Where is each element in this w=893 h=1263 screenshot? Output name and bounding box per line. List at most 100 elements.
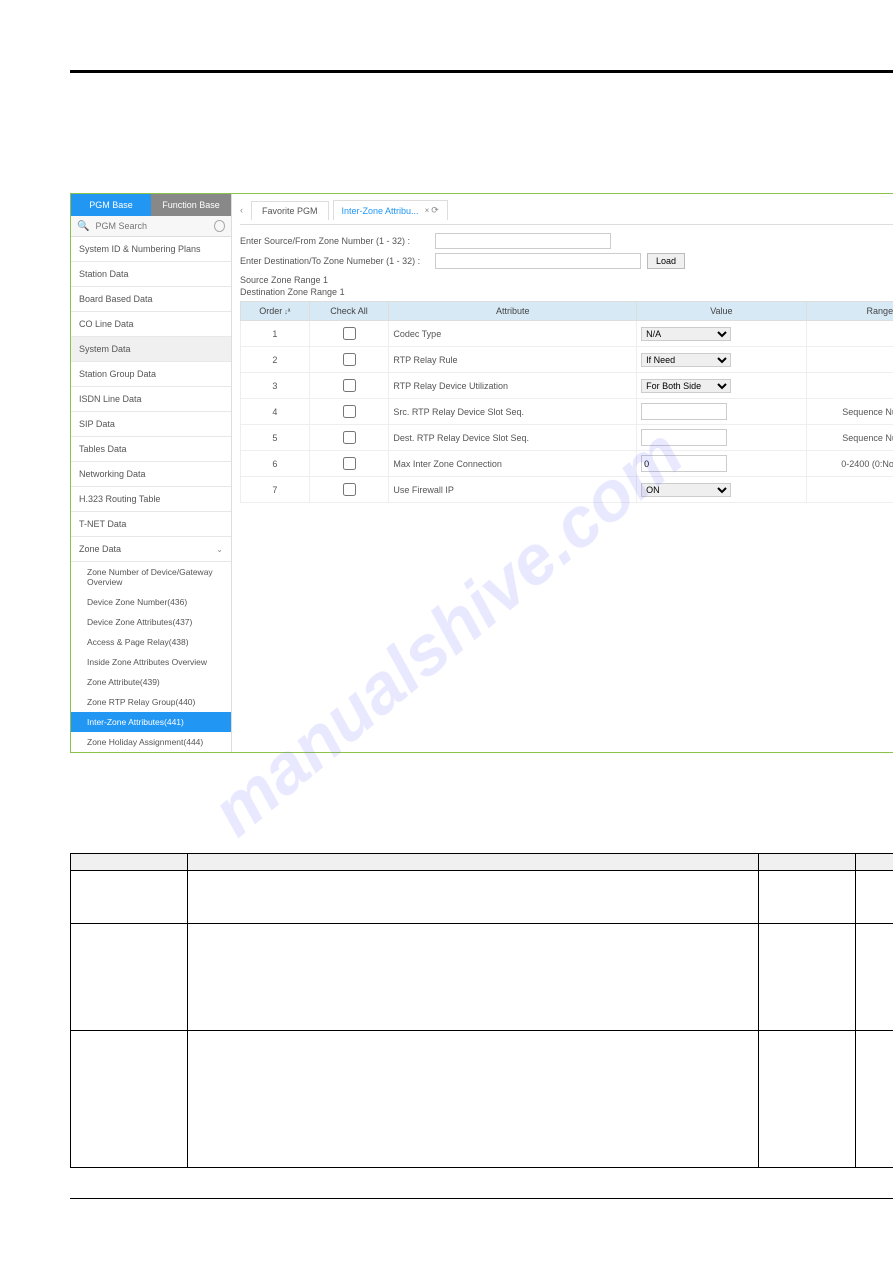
form-row-destination: Enter Destination/To Zone Numeber (1 - 3…	[240, 253, 893, 269]
sub-item-device-zone-attributes-437-[interactable]: Device Zone Attributes(437)	[71, 612, 231, 632]
cell-order: 7	[241, 477, 310, 503]
nav-list: System ID & Numbering PlansStation DataB…	[71, 237, 231, 562]
sub-item-zone-rtp-relay-group-440-[interactable]: Zone RTP Relay Group(440)	[71, 692, 231, 712]
load-button[interactable]: Load	[647, 253, 685, 269]
source-range-text: Source Zone Range 1	[240, 275, 893, 285]
cell-range	[806, 347, 893, 373]
source-label: Enter Source/From Zone Number (1 - 32) :	[240, 236, 435, 246]
sidebar-item-networking-data[interactable]: Networking Data	[71, 462, 231, 487]
sidebar-item-zone-data[interactable]: Zone Data⌄	[71, 537, 231, 562]
form-row-source: Enter Source/From Zone Number (1 - 32) :	[240, 233, 893, 249]
source-zone-input[interactable]	[435, 233, 611, 249]
value-select[interactable]: For Both Side	[641, 379, 731, 393]
sub-item-inside-zone-attributes-overview[interactable]: Inside Zone Attributes Overview	[71, 652, 231, 672]
cell-attribute: RTP Relay Rule	[389, 347, 637, 373]
cell-range: 0-2400 (0:No Limit)	[806, 451, 893, 477]
row-checkbox[interactable]	[343, 353, 356, 366]
header-rule	[70, 70, 893, 73]
sub-item-zone-attribute-439-[interactable]: Zone Attribute(439)	[71, 672, 231, 692]
tab-function-base[interactable]: Function Base	[151, 194, 231, 216]
sort-icon: ↓ª	[284, 309, 290, 316]
sub-item-inter-zone-attributes-441-[interactable]: Inter-Zone Attributes(441)	[71, 712, 231, 732]
sidebar-item-co-line-data[interactable]: CO Line Data	[71, 312, 231, 337]
sidebar-item-system-id-numbering-plans[interactable]: System ID & Numbering Plans	[71, 237, 231, 262]
search-icon: 🔍	[77, 221, 89, 232]
cell-attribute: Max Inter Zone Connection	[389, 451, 637, 477]
footer-rule	[70, 1198, 893, 1199]
search-bar: 🔍	[71, 216, 231, 237]
table-row: 7 Use Firewall IP ON	[241, 477, 893, 503]
cell-order: 1	[241, 321, 310, 347]
document-table	[70, 853, 893, 1168]
search-clear-icon[interactable]	[214, 220, 225, 232]
sidebar-item-h-323-routing-table[interactable]: H.323 Routing Table	[71, 487, 231, 512]
col-check-all[interactable]: Check All	[309, 302, 389, 321]
cell-attribute: Dest. RTP Relay Device Slot Seq.	[389, 425, 637, 451]
value-select[interactable]: N/A	[641, 327, 731, 341]
row-checkbox[interactable]	[343, 431, 356, 444]
table-row: 1 Codec Type N/A	[241, 321, 893, 347]
destination-label: Enter Destination/To Zone Numeber (1 - 3…	[240, 256, 435, 266]
value-select[interactable]: ON	[641, 483, 731, 497]
cell-attribute: Use Firewall IP	[389, 477, 637, 503]
sidebar-item-sip-data[interactable]: SIP Data	[71, 412, 231, 437]
sub-item-zone-holiday-assignment-444-[interactable]: Zone Holiday Assignment(444)	[71, 732, 231, 752]
sidebar-item-board-based-data[interactable]: Board Based Data	[71, 287, 231, 312]
col-order[interactable]: Order↓ª	[241, 302, 310, 321]
refresh-tab-icon[interactable]: ⟳	[431, 205, 439, 216]
cell-order: 6	[241, 451, 310, 477]
col-value: Value	[637, 302, 807, 321]
app-window: PGM Base Function Base 🔍 System ID & Num…	[70, 193, 893, 753]
value-select[interactable]: If Need	[641, 353, 731, 367]
cell-order: 3	[241, 373, 310, 399]
cell-range	[806, 477, 893, 503]
value-input[interactable]	[641, 403, 727, 420]
tab-label: Inter-Zone Attribu...	[342, 206, 419, 216]
value-input[interactable]	[641, 455, 727, 472]
sidebar-item-station-group-data[interactable]: Station Group Data	[71, 362, 231, 387]
tab-favorite-pgm[interactable]: Favorite PGM	[251, 201, 329, 220]
table-row: 6 Max Inter Zone Connection 0-2400 (0:No L…	[241, 451, 893, 477]
sub-item-device-zone-number-436-[interactable]: Device Zone Number(436)	[71, 592, 231, 612]
cell-range: Sequence Number	[806, 399, 893, 425]
row-checkbox[interactable]	[343, 405, 356, 418]
sidebar-tabs: PGM Base Function Base	[71, 194, 231, 216]
attributes-table: Order↓ª Check All Attribute Value Range …	[240, 301, 893, 503]
cell-order: 2	[241, 347, 310, 373]
col-range: Range	[806, 302, 893, 321]
row-checkbox[interactable]	[343, 483, 356, 496]
search-input[interactable]	[93, 220, 214, 232]
close-tab-icon[interactable]: ×	[425, 207, 430, 215]
cell-attribute: RTP Relay Device Utilization	[389, 373, 637, 399]
sidebar: PGM Base Function Base 🔍 System ID & Num…	[71, 194, 232, 752]
sidebar-item-tables-data[interactable]: Tables Data	[71, 437, 231, 462]
cell-attribute: Src. RTP Relay Device Slot Seq.	[389, 399, 637, 425]
table-row: 4 Src. RTP Relay Device Slot Seq. Sequence…	[241, 399, 893, 425]
main-panel: × ⌄ ‹ Favorite PGM Inter-Zone Attribu...…	[232, 194, 893, 752]
sidebar-item-station-data[interactable]: Station Data	[71, 262, 231, 287]
sub-item-access-page-relay-438-[interactable]: Access & Page Relay(438)	[71, 632, 231, 652]
cell-range: Sequence Number	[806, 425, 893, 451]
table-row: 5Dest. RTP Relay Device Slot Seq.Sequenc…	[241, 425, 893, 451]
table-row: 2 RTP Relay Rule If Need	[241, 347, 893, 373]
cell-order: 4	[241, 399, 310, 425]
sidebar-item-t-net-data[interactable]: T-NET Data	[71, 512, 231, 537]
table-row: 3 RTP Relay Device Utilization For Both Si…	[241, 373, 893, 399]
sidebar-item-system-data[interactable]: System Data	[71, 337, 231, 362]
row-checkbox[interactable]	[343, 327, 356, 340]
row-checkbox[interactable]	[343, 379, 356, 392]
destination-zone-input[interactable]	[435, 253, 641, 269]
tab-inter-zone-attributes[interactable]: Inter-Zone Attribu... × ⟳	[333, 200, 448, 220]
nav-sublist: Zone Number of Device/Gateway OverviewDe…	[71, 562, 231, 752]
tab-bar: ‹ Favorite PGM Inter-Zone Attribu... × ⟳	[240, 200, 893, 225]
sub-item-zone-number-of-device-gateway-overview[interactable]: Zone Number of Device/Gateway Overview	[71, 562, 231, 592]
collapse-sidebar-icon[interactable]: ‹	[240, 205, 243, 215]
cell-attribute: Codec Type	[389, 321, 637, 347]
row-checkbox[interactable]	[343, 457, 356, 470]
chevron-down-icon: ⌄	[216, 545, 223, 554]
col-attribute: Attribute	[389, 302, 637, 321]
value-input[interactable]	[641, 429, 727, 446]
sidebar-item-isdn-line-data[interactable]: ISDN Line Data	[71, 387, 231, 412]
cell-range	[806, 373, 893, 399]
tab-pgm-base[interactable]: PGM Base	[71, 194, 151, 216]
